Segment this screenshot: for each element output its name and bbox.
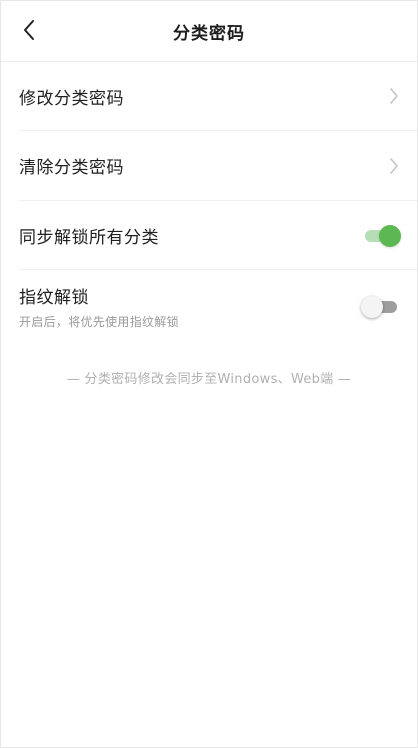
chevron-right-icon [387,156,401,176]
change-password-label: 修改分类密码 [19,88,124,109]
nav-bar: 分类密码 [1,1,417,62]
toggle-knob [379,225,401,247]
sync-unlock-toggle[interactable] [363,225,401,247]
fingerprint-unlock-toggle[interactable] [361,296,401,318]
chevron-right-icon [387,86,401,106]
chevron-left-icon [24,20,34,40]
fingerprint-unlock-sublabel: 开启后，将优先使用指纹解锁 [19,314,179,329]
fingerprint-unlock-label: 指纹解锁 [19,287,89,308]
change-password-row[interactable]: 修改分类密码 [19,62,417,131]
clear-password-label: 清除分类密码 [19,158,124,178]
page-title: 分类密码 [173,23,245,44]
sync-note: — 分类密码修改会同步至Windows、Web端 — [66,372,352,387]
settings-screen: 分类密码 修改分类密码 清除分类密码 同步解锁所有分类 指纹解锁 开启后，将优先… [0,0,418,748]
sync-unlock-row: 同步解锁所有分类 [19,201,417,270]
toggle-knob [361,296,383,318]
sync-unlock-label: 同步解锁所有分类 [19,227,159,248]
clear-password-row[interactable]: 清除分类密码 [19,131,417,201]
back-button[interactable] [15,15,43,45]
fingerprint-unlock-row: 指纹解锁 开启后，将优先使用指纹解锁 [19,270,417,342]
